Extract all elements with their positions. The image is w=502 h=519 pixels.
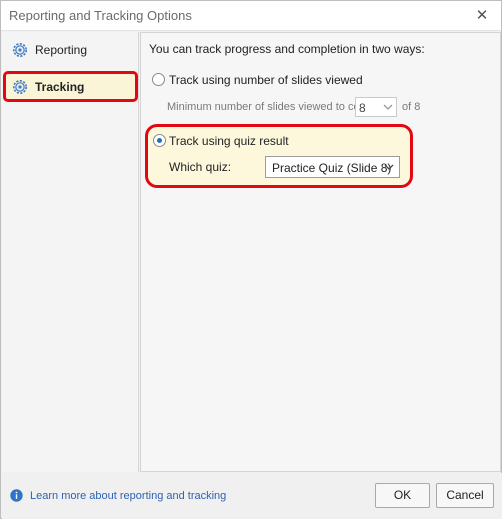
which-quiz-label: Which quiz:: [169, 160, 232, 174]
track-quiz-label[interactable]: Track using quiz result: [169, 134, 289, 148]
gear-icon: [13, 43, 27, 57]
which-quiz-dropdown[interactable]: Practice Quiz (Slide 8): [265, 156, 400, 178]
dialog-window: Reporting and Tracking Options ✕ Reporti…: [0, 0, 502, 519]
title-bar[interactable]: Reporting and Tracking Options ✕: [1, 1, 501, 31]
dialog-footer: Learn more about reporting and tracking …: [2, 473, 502, 519]
gear-icon: [13, 80, 27, 94]
cancel-button[interactable]: Cancel: [436, 483, 494, 508]
chevron-down-icon: [383, 104, 393, 110]
sidebar-item-label: Reporting: [35, 43, 88, 57]
tracking-panel: You can track progress and completion in…: [140, 32, 501, 472]
sidebar: Reporting Tracking: [2, 32, 139, 472]
slides-total-label: of 8: [402, 101, 421, 113]
min-slides-dropdown[interactable]: 8: [355, 97, 397, 117]
sidebar-item-reporting[interactable]: Reporting: [4, 35, 137, 65]
track-slides-radio[interactable]: [152, 73, 165, 86]
close-icon[interactable]: ✕: [473, 7, 491, 25]
learn-more-link[interactable]: Learn more about reporting and tracking: [30, 490, 226, 502]
sidebar-item-tracking[interactable]: Tracking: [3, 71, 138, 102]
min-slides-value: 8: [359, 101, 366, 115]
info-icon: [10, 489, 23, 502]
track-slides-label[interactable]: Track using number of slides viewed: [169, 73, 363, 87]
chevron-down-icon: [384, 164, 394, 170]
track-quiz-radio[interactable]: [153, 134, 166, 147]
ok-button[interactable]: OK: [375, 483, 430, 508]
sidebar-item-label: Tracking: [35, 80, 85, 94]
intro-text: You can track progress and completion in…: [149, 42, 425, 56]
dialog-title: Reporting and Tracking Options: [9, 8, 192, 23]
which-quiz-value: Practice Quiz (Slide 8): [272, 161, 392, 175]
quiz-option-highlight: Track using quiz result Which quiz: Prac…: [145, 124, 413, 188]
